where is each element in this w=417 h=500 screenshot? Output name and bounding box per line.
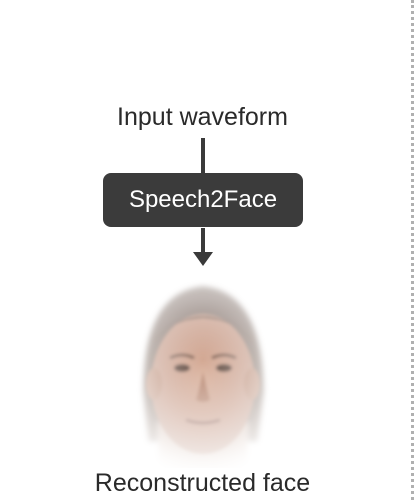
speech2face-model-box: Speech2Face [103,173,303,227]
divider-line [411,0,414,500]
reconstructed-face-label: Reconstructed face [94,469,311,497]
input-waveform [1,22,410,87]
reconstructed-face-image [118,272,288,468]
input-waveform-label: Input waveform [117,103,288,131]
speech2face-label: Speech2Face [128,186,278,213]
connector-line-top [201,138,205,174]
arrow-down-icon [193,252,213,266]
